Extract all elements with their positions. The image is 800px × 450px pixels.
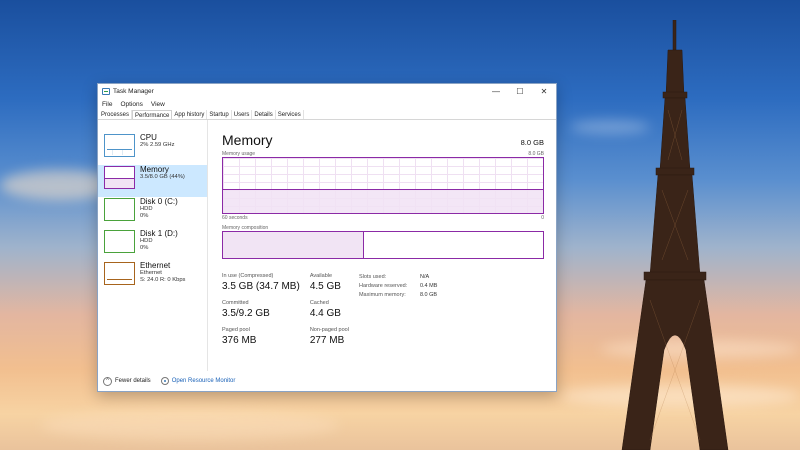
composition-in-use-segment xyxy=(223,232,364,258)
open-resource-monitor-label: Open Resource Monitor xyxy=(171,378,236,384)
disk-0-thumbnail-graph xyxy=(104,198,135,221)
open-resource-monitor-link[interactable]: Open Resource Monitor xyxy=(160,377,236,385)
tab-startup[interactable]: Startup xyxy=(207,110,232,119)
menu-bar: File Options View xyxy=(98,99,556,110)
maximize-button[interactable]: ☐ xyxy=(508,84,532,99)
detail-row: Maximum memory: 8.0 GB xyxy=(359,291,437,300)
detail-value: N/A xyxy=(419,274,430,280)
in-use-label: In use (Compressed) xyxy=(222,273,274,279)
title-bar[interactable]: Task Manager — ☐ ✕ xyxy=(98,84,556,99)
memory-thumbnail-graph xyxy=(104,166,135,189)
paged-pool-value: 376 MB xyxy=(222,335,257,346)
tab-app-history[interactable]: App history xyxy=(172,110,208,119)
sidebar-item-label: CPU xyxy=(140,133,157,142)
sidebar-item-memory[interactable]: Memory 3.5/8.0 GB (44%) xyxy=(98,165,207,197)
detail-key: Slots used: xyxy=(358,274,387,280)
available-label: Available xyxy=(309,273,333,279)
sidebar-item-label: Ethernet xyxy=(140,261,171,270)
detail-value: 0.4 MB xyxy=(419,283,438,289)
resource-sidebar: CPU 2% 2.59 GHz Memory 3.5/8.0 GB (44%) … xyxy=(98,120,208,371)
tab-details[interactable]: Details xyxy=(252,110,276,119)
menu-view[interactable]: View xyxy=(151,101,165,108)
window-controls: — ☐ ✕ xyxy=(484,84,556,99)
resource-monitor-icon xyxy=(160,377,169,385)
tab-bar: Processes Performance App history Startu… xyxy=(98,110,556,120)
tab-users[interactable]: Users xyxy=(232,110,253,119)
memory-usage-fill xyxy=(223,188,543,213)
fewer-details-label: Fewer details xyxy=(115,378,151,384)
chevron-up-icon: ^ xyxy=(103,376,112,386)
committed-label: Committed xyxy=(222,300,249,306)
minimize-button[interactable]: — xyxy=(484,84,508,99)
available-value: 4.5 GB xyxy=(309,281,341,292)
close-button[interactable]: ✕ xyxy=(532,84,556,99)
sidebar-item-ethernet[interactable]: Ethernet Ethernet S: 24.0 R: 0 Kbps xyxy=(98,261,207,293)
sidebar-item-detail: 0% xyxy=(140,213,149,219)
cpu-thumbnail-graph xyxy=(104,134,135,157)
graph-time-right-label: 0 xyxy=(541,215,544,221)
sidebar-item-detail: HDD xyxy=(140,238,153,244)
sidebar-item-detail: 0% xyxy=(140,245,149,251)
sidebar-item-label: Disk 1 (D:) xyxy=(140,229,178,238)
panel-title: Memory xyxy=(222,132,273,148)
sidebar-item-detail: Ethernet xyxy=(140,270,162,276)
tab-processes[interactable]: Processes xyxy=(99,110,133,119)
sidebar-item-label: Disk 0 (C:) xyxy=(140,197,178,206)
sidebar-item-label: Memory xyxy=(140,165,169,174)
memory-composition-bar xyxy=(222,231,544,259)
ethernet-thumbnail-graph xyxy=(104,262,135,285)
menu-file[interactable]: File xyxy=(102,101,112,108)
menu-options[interactable]: Options xyxy=(120,101,142,108)
in-use-value: 3.5 GB (34.7 MB) xyxy=(222,281,300,292)
memory-details-list: Slots used: N/A Hardware reserved: 0.4 M… xyxy=(359,273,437,354)
non-paged-pool-label: Non-paged pool xyxy=(309,327,349,333)
disk-1-thumbnail-graph xyxy=(104,230,135,253)
cloud xyxy=(40,410,340,440)
tab-performance[interactable]: Performance xyxy=(132,110,173,119)
memory-total: 8.0 GB xyxy=(520,138,544,147)
sidebar-item-detail: 2% 2.59 GHz xyxy=(140,142,175,148)
detail-row: Slots used: N/A xyxy=(359,273,437,282)
sidebar-item-detail: HDD xyxy=(140,206,153,212)
tab-services[interactable]: Services xyxy=(276,110,304,119)
task-manager-icon xyxy=(102,88,110,95)
footer-bar: ^ Fewer details Open Resource Monitor xyxy=(98,371,556,391)
memory-panel: Memory 8.0 GB Memory usage 8.0 GB 60 sec… xyxy=(208,120,556,371)
sidebar-item-detail: S: 24.0 R: 0 Kbps xyxy=(140,277,186,283)
sidebar-item-disk-1[interactable]: Disk 1 (D:) HDD 0% xyxy=(98,229,207,261)
performance-content: CPU 2% 2.59 GHz Memory 3.5/8.0 GB (44%) … xyxy=(98,120,556,371)
detail-key: Maximum memory: xyxy=(358,292,406,298)
committed-value: 3.5/9.2 GB xyxy=(222,308,270,319)
cached-value: 4.4 GB xyxy=(309,308,341,319)
memory-stats: In use (Compressed) 3.5 GB (34.7 MB) Com… xyxy=(222,273,544,354)
non-paged-pool-value: 277 MB xyxy=(309,335,345,346)
memory-usage-graph xyxy=(222,157,544,214)
sidebar-item-cpu[interactable]: CPU 2% 2.59 GHz xyxy=(98,133,207,165)
graph-time-left-label: 60 seconds xyxy=(222,215,248,221)
fewer-details-button[interactable]: ^ Fewer details xyxy=(103,376,151,386)
sidebar-item-detail: 3.5/8.0 GB (44%) xyxy=(140,174,185,180)
sidebar-item-disk-0[interactable]: Disk 0 (C:) HDD 0% xyxy=(98,197,207,229)
eiffel-tower-image xyxy=(621,20,729,450)
detail-key: Hardware reserved: xyxy=(358,283,408,289)
detail-value: 8.0 GB xyxy=(419,292,438,298)
task-manager-window: Task Manager — ☐ ✕ File Options View Pro… xyxy=(97,83,557,392)
cached-label: Cached xyxy=(309,300,329,306)
window-title: Task Manager xyxy=(113,88,154,95)
paged-pool-label: Paged pool xyxy=(222,327,250,333)
detail-row: Hardware reserved: 0.4 MB xyxy=(359,282,437,291)
